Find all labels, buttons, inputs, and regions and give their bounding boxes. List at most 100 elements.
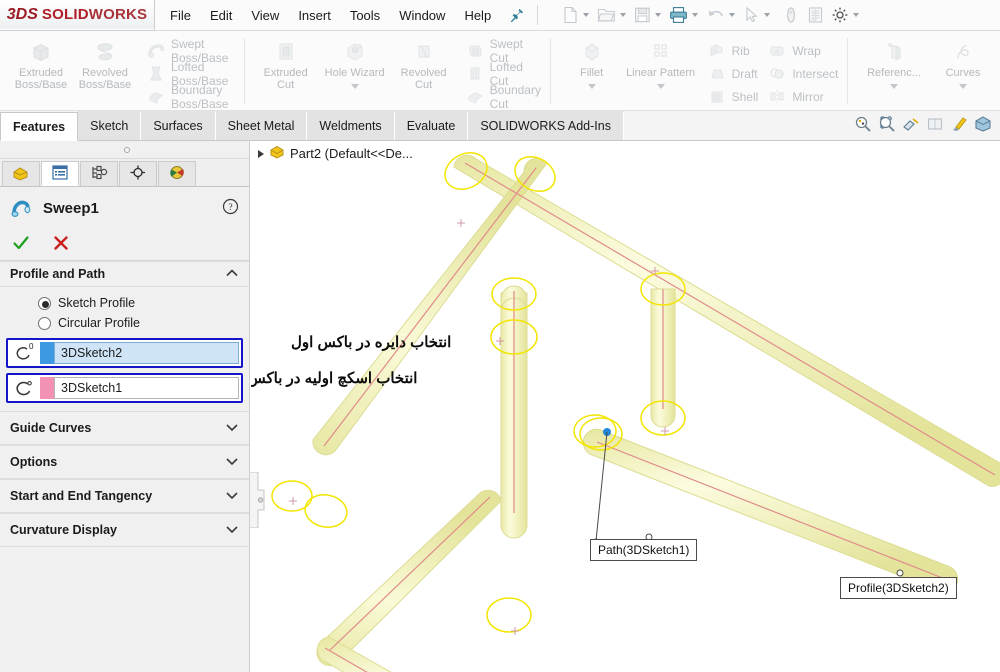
open-document-caret[interactable] [620, 13, 627, 17]
swept-cut-button[interactable]: Swept Cut [466, 37, 541, 65]
red-x-icon[interactable] [52, 234, 70, 255]
section-guide-curves[interactable]: Guide Curves [0, 411, 249, 445]
menu-item-window[interactable]: Window [399, 8, 445, 23]
circular-profile-radio-row[interactable]: Circular Profile [0, 313, 249, 333]
linear-pattern-button[interactable]: Linear Pattern [624, 35, 698, 89]
tab-features[interactable]: Features [0, 112, 79, 141]
tab-sheet-metal[interactable]: Sheet Metal [215, 111, 308, 140]
tab-solidworks-add-ins[interactable]: SOLIDWORKS Add-Ins [468, 111, 624, 140]
intersect-button[interactable]: Intersect [768, 64, 838, 84]
fillet-button[interactable]: Fillet [560, 35, 624, 89]
pushpin-icon[interactable] [509, 7, 525, 23]
boundary-cut-button[interactable]: Boundary Cut [466, 83, 541, 111]
rib-button[interactable]: Rib [708, 41, 750, 61]
profile-selection-box[interactable]: 0 3DSketch2 [6, 338, 243, 368]
draft-button[interactable]: Draft [708, 64, 758, 84]
hole-wizard-button[interactable]: Hole Wizard [318, 35, 392, 89]
sketch-profile-radio[interactable] [38, 296, 51, 310]
display-style-icon[interactable] [926, 115, 944, 136]
tab-surfaces[interactable]: Surfaces [141, 111, 216, 140]
save-caret[interactable] [655, 13, 662, 17]
undo-icon[interactable] [706, 6, 742, 24]
panel-splitter[interactable] [250, 471, 266, 529]
file-properties-icon[interactable] [799, 6, 824, 24]
expand-arrow-icon[interactable] [258, 149, 264, 158]
feature-tree-root[interactable]: Part2 (Default<<De... [258, 144, 413, 163]
options-gear-icon[interactable] [825, 6, 866, 24]
lofted-cut-button[interactable]: Lofted Cut [466, 60, 541, 88]
green-check-icon[interactable] [12, 234, 30, 255]
new-document-icon[interactable] [562, 6, 596, 24]
configuration-manager-tab[interactable] [80, 161, 118, 186]
graphics-area[interactable]: انتخاب دایره در باکس اول انتخاب اسکچ اول… [251, 141, 1000, 672]
dimxpert-manager-tab[interactable] [119, 161, 157, 186]
curves-dropdown[interactable] [931, 79, 995, 89]
chevron-up-icon[interactable] [225, 267, 239, 281]
swept-boss-base-button[interactable]: Swept Boss/Base [147, 37, 235, 65]
chevron-down-icon[interactable] [225, 523, 239, 537]
ribbon-divider-2 [549, 37, 551, 104]
help-question-icon[interactable]: ? [222, 198, 239, 218]
circular-profile-radio[interactable] [38, 316, 51, 330]
reference-geometry-dropdown[interactable] [857, 79, 931, 89]
svg-text:ab: ab [775, 49, 781, 55]
zoom-to-fit-icon[interactable] [854, 115, 872, 136]
fillet-dropdown[interactable] [560, 79, 624, 89]
print-caret[interactable] [692, 13, 699, 17]
extruded-boss-base-button[interactable]: Extruded Boss/Base [9, 35, 73, 91]
undo-caret[interactable] [729, 13, 736, 17]
menu-item-file[interactable]: File [170, 8, 191, 23]
hole-wizard-dropdown[interactable] [318, 79, 392, 89]
section-start-and-end-tangency[interactable]: Start and End Tangency [0, 479, 249, 513]
rebuild-icon[interactable] [778, 6, 798, 24]
tab-evaluate[interactable]: Evaluate [394, 111, 469, 140]
section-view-icon[interactable] [902, 115, 920, 136]
panel-auto-hide-dot[interactable] [124, 147, 130, 153]
new-document-caret[interactable] [583, 13, 590, 17]
section-options[interactable]: Options [0, 445, 249, 479]
path-callout[interactable]: Path(3DSketch1) [590, 539, 698, 561]
chevron-down-icon[interactable] [225, 489, 239, 503]
property-manager-tab[interactable] [41, 161, 79, 186]
tab-weldments[interactable]: Weldments [307, 111, 395, 140]
save-icon[interactable] [634, 6, 668, 24]
sketch-profile-radio-row[interactable]: Sketch Profile [0, 293, 249, 313]
menu-item-edit[interactable]: Edit [210, 8, 232, 23]
feature-manager-tab[interactable] [2, 161, 40, 186]
tab-sketch[interactable]: Sketch [78, 111, 142, 140]
print-icon[interactable] [669, 6, 705, 24]
profile-callout[interactable]: Profile(3DSketch2) [840, 577, 957, 599]
menu-item-help[interactable]: Help [464, 8, 491, 23]
select-cursor-icon[interactable] [743, 6, 777, 24]
chevron-down-icon[interactable] [225, 421, 239, 435]
options-caret[interactable] [853, 13, 860, 17]
revolved-cut-button[interactable]: Revolved Cut [392, 35, 456, 91]
menu-item-view[interactable]: View [251, 8, 279, 23]
section-curvature-display[interactable]: Curvature Display [0, 513, 249, 547]
path-selection-box[interactable]: 3DSketch1 [6, 373, 243, 403]
chevron-down-icon[interactable] [225, 455, 239, 469]
profile-selection-value[interactable]: 3DSketch2 [54, 342, 239, 364]
solidworks-logo[interactable]: 3DS SOLIDWORKS [0, 0, 155, 31]
revolved-boss-base-button[interactable]: Revolved Boss/Base [73, 35, 137, 91]
reference-geometry-button[interactable]: Referenc... [857, 35, 931, 89]
scene-icon[interactable] [974, 115, 992, 136]
profile-color-swatch [40, 342, 54, 364]
display-manager-tab[interactable] [158, 161, 196, 186]
linear-pattern-dropdown[interactable] [624, 79, 698, 89]
select-cursor-caret[interactable] [764, 13, 771, 17]
menu-item-insert[interactable]: Insert [298, 8, 331, 23]
appearance-icon[interactable] [950, 115, 968, 136]
menu-item-tools[interactable]: Tools [350, 8, 380, 23]
extruded-cut-button[interactable]: Extruded Cut [254, 35, 318, 91]
lofted-boss-base-button[interactable]: Lofted Boss/Base [147, 60, 235, 88]
open-document-icon[interactable] [597, 6, 633, 24]
shell-button[interactable]: Shell [708, 87, 758, 107]
section-profile-and-path[interactable]: Profile and Path [0, 261, 249, 287]
curves-button[interactable]: Curves [931, 35, 995, 89]
mirror-button[interactable]: Mirror [768, 87, 824, 107]
path-selection-value[interactable]: 3DSketch1 [54, 377, 239, 399]
boundary-boss-base-button[interactable]: Boundary Boss/Base [147, 83, 235, 111]
wrap-button[interactable]: ab Wrap [768, 41, 821, 61]
zoom-to-area-icon[interactable] [878, 115, 896, 136]
